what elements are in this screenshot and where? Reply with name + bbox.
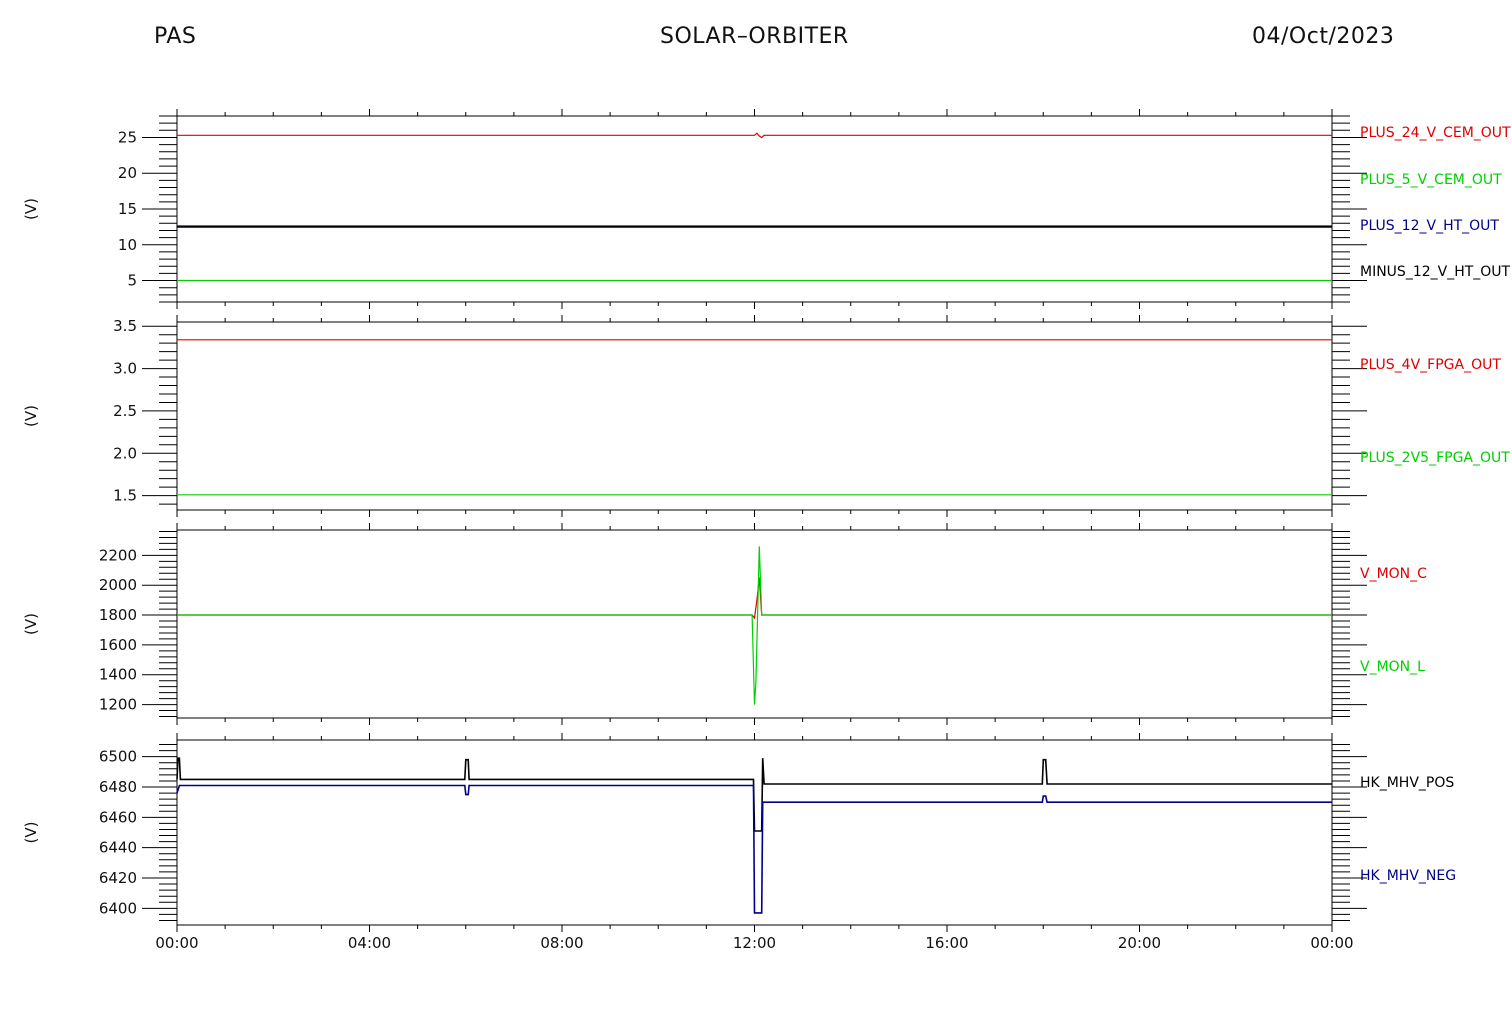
x-tick-label: 00:00	[1310, 934, 1353, 952]
legend-label: MINUS_12_V_HT_OUT	[1360, 264, 1511, 280]
y-axis-label: (V)	[22, 613, 40, 635]
y-tick-label: 15	[118, 200, 137, 218]
panel-1: 5 10 15 20 25 (V) PLUS_24_V_CEM_OUT PLUS_5_V_CE…	[22, 109, 1511, 309]
y-tick-label: 1600	[99, 636, 137, 654]
panel-2: 1.5 2.0 2.5 3.0 3.5 (V) PLUS_4V_FPGA_OUT PLUS_2…	[22, 315, 1510, 517]
x-tick-label: 16:00	[925, 934, 968, 952]
y-tick-label: 1400	[99, 666, 137, 684]
y-tick-label: 1800	[99, 606, 137, 624]
legend-label: HK_MHV_NEG	[1360, 868, 1456, 884]
y-tick-label: 2200	[99, 546, 137, 564]
plot-frame	[176, 321, 1333, 511]
y-tick-label: 6420	[99, 869, 137, 887]
plot-frame	[176, 115, 1333, 303]
x-tick-label: 20:00	[1118, 934, 1161, 952]
series-line	[177, 546, 1332, 705]
legend-label: HK_MHV_POS	[1360, 775, 1454, 791]
y-tick-label: 2.5	[113, 402, 137, 420]
x-tick-label: 04:00	[348, 934, 391, 952]
y-tick-label: 2000	[99, 576, 137, 594]
y-tick-label: 3.0	[113, 360, 137, 378]
x-tick-label: 00:00	[155, 934, 198, 952]
x-tick-label: 12:00	[733, 934, 776, 952]
y-tick-label: 6500	[99, 748, 137, 766]
chart-stack: 5 10 15 20 25 (V) PLUS_24_V_CEM_OUT PLUS_5_V_CE…	[22, 109, 1511, 952]
y-tick-label: 6480	[99, 778, 137, 796]
legend-label: V_MON_C	[1360, 566, 1427, 582]
y-tick-label: 1.5	[113, 487, 137, 505]
y-tick-label: 5	[127, 272, 137, 290]
legend-label: PLUS_2V5_FPGA_OUT	[1360, 450, 1510, 466]
y-axis-label: (V)	[22, 405, 40, 427]
series-line	[177, 577, 1332, 620]
panel-4: 6400 6420 6440 6460 6480 6500 (V) HK_MHV_POS HK_…	[22, 733, 1456, 932]
y-axis-label: (V)	[22, 198, 40, 220]
y-tick-label: 3.5	[113, 317, 137, 335]
legend-label: PLUS_24_V_CEM_OUT	[1360, 125, 1511, 141]
y-tick-label: 1200	[99, 696, 137, 714]
legend-label: PLUS_4V_FPGA_OUT	[1360, 357, 1501, 373]
y-tick-label: 20	[118, 164, 137, 182]
y-tick-label: 6440	[99, 839, 137, 857]
legend-label: V_MON_L	[1360, 659, 1425, 675]
panel-3: 1200 1400 1600 1800 2000 2200 (V) V_MON_C V_MON_…	[22, 523, 1427, 725]
legend-label: PLUS_12_V_HT_OUT	[1360, 218, 1499, 234]
y-tick-label: 25	[118, 128, 137, 146]
legend-label: PLUS_5_V_CEM_OUT	[1360, 172, 1502, 188]
y-tick-label: 6400	[99, 899, 137, 917]
series-line	[177, 132, 1332, 139]
x-tick-label: 08:00	[540, 934, 583, 952]
y-tick-label: 2.0	[113, 444, 137, 462]
y-tick-label: 10	[118, 236, 137, 254]
y-tick-label: 6460	[99, 808, 137, 826]
y-axis-label: (V)	[22, 822, 40, 844]
